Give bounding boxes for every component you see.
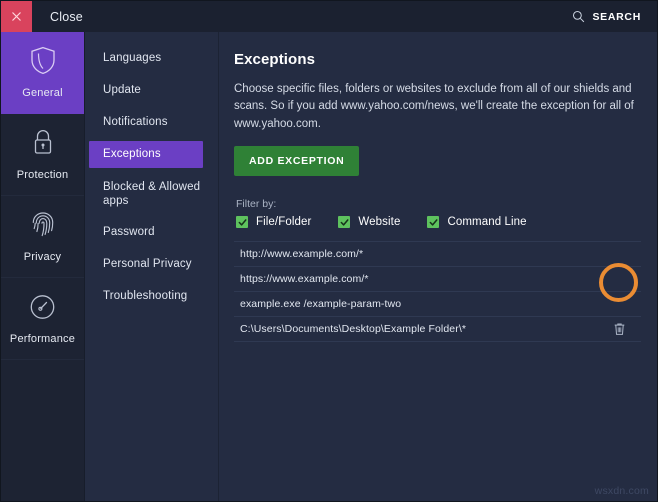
fingerprint-icon (30, 210, 56, 244)
exception-row[interactable]: example.exe /example-param-two (234, 292, 641, 317)
subnav-item-update[interactable]: Update (89, 77, 203, 104)
filter-by-label: Filter by: (236, 198, 641, 210)
sidebar-item-protection[interactable]: Protection (1, 114, 84, 196)
search-button[interactable]: SEARCH (572, 10, 641, 23)
subnav-item-languages[interactable]: Languages (89, 45, 203, 72)
subnav-label-languages: Languages (103, 51, 161, 65)
subnav-label-password: Password (103, 225, 155, 239)
page-title: Exceptions (234, 51, 641, 68)
close-icon (10, 10, 23, 23)
checkbox-checked-icon (338, 216, 350, 228)
subnav-item-troubleshooting[interactable]: Troubleshooting (89, 283, 203, 310)
close-button[interactable] (1, 1, 32, 32)
main-content: Exceptions Choose specific files, folder… (220, 32, 658, 502)
filter-label-website: Website (358, 216, 400, 228)
delete-exception-button[interactable] (611, 321, 627, 337)
sidebar-item-privacy[interactable]: Privacy (1, 196, 84, 278)
exceptions-list: http://www.example.com/* https://www.exa… (234, 241, 641, 342)
lock-icon (31, 128, 55, 162)
avast-settings-window: Close SEARCH General (0, 0, 658, 502)
filter-checkbox-command-line[interactable]: Command Line (427, 216, 526, 228)
gauge-icon (29, 293, 56, 326)
filter-checkbox-website[interactable]: Website (338, 216, 400, 228)
subnav-item-notifications[interactable]: Notifications (89, 109, 203, 136)
trash-icon (613, 322, 626, 336)
subnav-label-personal-privacy: Personal Privacy (103, 257, 192, 271)
search-label: SEARCH (592, 11, 641, 23)
filter-checkbox-file-folder[interactable]: File/Folder (236, 216, 311, 228)
subnav-item-blocked-allowed-apps[interactable]: Blocked & Allowed apps (89, 173, 203, 214)
subnav-item-exceptions[interactable]: Exceptions (89, 141, 203, 168)
exception-path: example.exe /example-param-two (240, 298, 401, 310)
exception-path: https://www.example.com/* (240, 273, 369, 285)
exception-path: C:\Users\Documents\Desktop\Example Folde… (240, 323, 466, 335)
search-icon (572, 10, 585, 23)
filter-label-file-folder: File/Folder (256, 216, 311, 228)
checkbox-checked-icon (236, 216, 248, 228)
exception-row[interactable]: https://www.example.com/* (234, 267, 641, 292)
sidebar-label-privacy: Privacy (24, 251, 61, 263)
filter-label-command-line: Command Line (447, 216, 526, 228)
sidebar-label-protection: Protection (17, 169, 69, 181)
page-description: Choose specific files, folders or websit… (234, 81, 634, 133)
exception-path: http://www.example.com/* (240, 248, 363, 260)
sidebar-item-general[interactable]: General (1, 32, 84, 114)
subnav-item-password[interactable]: Password (89, 219, 203, 246)
secondary-sidebar: Languages Update Notifications Exception… (86, 32, 219, 502)
filter-row: File/Folder Website Command Line (234, 216, 641, 228)
primary-sidebar: General Protection (1, 32, 85, 502)
add-exception-button[interactable]: ADD EXCEPTION (234, 146, 359, 176)
checkbox-checked-icon (427, 216, 439, 228)
subnav-item-personal-privacy[interactable]: Personal Privacy (89, 251, 203, 278)
subnav-label-exceptions: Exceptions (103, 147, 161, 161)
close-label[interactable]: Close (50, 10, 83, 24)
exception-row[interactable]: C:\Users\Documents\Desktop\Example Folde… (234, 317, 641, 342)
sidebar-label-general: General (22, 87, 63, 99)
subnav-label-update: Update (103, 83, 141, 97)
watermark: wsxdn.com (595, 485, 649, 497)
shield-icon (30, 46, 56, 80)
sidebar-item-performance[interactable]: Performance (1, 278, 84, 360)
titlebar: Close SEARCH (1, 1, 658, 32)
exception-row[interactable]: http://www.example.com/* (234, 242, 641, 267)
subnav-label-notifications: Notifications (103, 115, 168, 129)
subnav-label-troubleshooting: Troubleshooting (103, 289, 187, 303)
subnav-label-blocked-allowed-apps: Blocked & Allowed apps (103, 180, 203, 209)
sidebar-label-performance: Performance (10, 333, 75, 345)
